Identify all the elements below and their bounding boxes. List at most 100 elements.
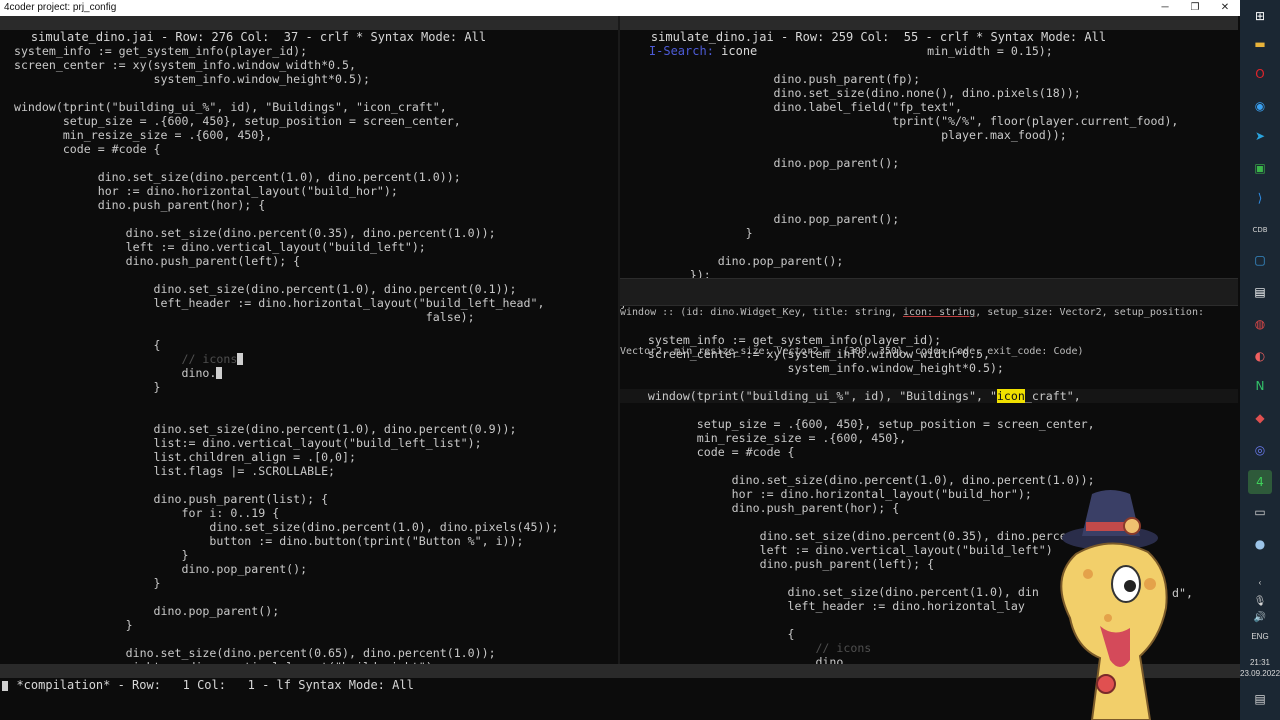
code-line[interactable]: { bbox=[0, 338, 618, 352]
cdb-icon[interactable]: CDB bbox=[1248, 218, 1272, 242]
windows-start-icon[interactable]: ⊞ bbox=[1248, 4, 1272, 28]
code-line[interactable]: player.max_food)); bbox=[620, 128, 1238, 142]
code-line[interactable]: list:= dino.vertical_layout("build_left_… bbox=[0, 436, 618, 450]
code-line[interactable]: dino.pop_parent(); bbox=[620, 254, 1238, 268]
discord-icon[interactable]: ◎ bbox=[1248, 438, 1272, 462]
notepad-icon[interactable]: N bbox=[1248, 374, 1272, 398]
code-line[interactable]: false); bbox=[0, 310, 618, 324]
clock-time[interactable]: 21:31 bbox=[1240, 658, 1280, 667]
code-line[interactable]: tprint("%/%", floor(player.current_food)… bbox=[620, 114, 1238, 128]
code-line[interactable] bbox=[0, 30, 618, 44]
code-line[interactable] bbox=[0, 86, 618, 100]
code-line[interactable]: dino.set_size(dino.percent(1.0), dino.pe… bbox=[0, 170, 618, 184]
volume-icon[interactable]: 🔊 bbox=[1240, 612, 1280, 623]
code-line[interactable]: } bbox=[0, 380, 618, 394]
code-line[interactable] bbox=[620, 240, 1238, 254]
code-line[interactable]: dino.set_size(dino.percent(1.0), dino.pi… bbox=[0, 520, 618, 534]
code-line[interactable]: system_info.window_height*0.5); bbox=[0, 72, 618, 86]
window-icon[interactable]: ▢ bbox=[1248, 248, 1272, 272]
code-line[interactable]: left := dino.vertical_layout("build_left… bbox=[0, 240, 618, 254]
code-line[interactable] bbox=[620, 170, 1238, 184]
microphone-icon[interactable]: 🎙 bbox=[1240, 596, 1280, 607]
code-line[interactable] bbox=[0, 156, 618, 170]
code-line[interactable] bbox=[0, 478, 618, 492]
code-line[interactable]: dino.label_field("fp_text", bbox=[620, 100, 1238, 114]
code-line[interactable]: } bbox=[0, 618, 618, 632]
code-line[interactable]: dino.set_size(dino.percent(1.0), dino.pe… bbox=[0, 282, 618, 296]
code-line[interactable] bbox=[620, 459, 1238, 473]
code-line[interactable] bbox=[620, 184, 1238, 198]
code-line[interactable]: dino.pop_parent(); bbox=[620, 156, 1238, 170]
code-line[interactable]: dino.push_parent(hor); { bbox=[0, 198, 618, 212]
code-line[interactable] bbox=[620, 58, 1238, 72]
code-line[interactable]: dino.pop_parent(); bbox=[0, 604, 618, 618]
code-line[interactable]: list.flags |= .SCROLLABLE; bbox=[0, 464, 618, 478]
code-line[interactable] bbox=[620, 198, 1238, 212]
code-line[interactable]: for i: 0..19 { bbox=[0, 506, 618, 520]
code-line[interactable] bbox=[620, 375, 1238, 389]
code-line[interactable] bbox=[0, 394, 618, 408]
code-line[interactable]: // icons bbox=[0, 352, 618, 366]
left-code-view[interactable]: system_info := get_system_info(player_id… bbox=[0, 30, 618, 664]
code-line[interactable]: min_resize_size = .{600, 450}, bbox=[620, 431, 1238, 445]
right-code-view-top[interactable]: min_width = 0.15); dino.push_parent(fp);… bbox=[620, 30, 1238, 310]
code-line[interactable]: window(tprint("building_ui_%", id), "Bui… bbox=[0, 100, 618, 114]
code-line[interactable] bbox=[620, 403, 1238, 417]
code-line[interactable]: setup_size = .{600, 450}, setup_position… bbox=[620, 417, 1238, 431]
code-line[interactable] bbox=[620, 319, 1238, 333]
obs-icon[interactable]: ◍ bbox=[1248, 312, 1272, 336]
chevron-up-icon[interactable]: ‹ bbox=[1240, 578, 1280, 587]
code-line[interactable]: dino.pop_parent(); bbox=[620, 212, 1238, 226]
code-line[interactable]: min_resize_size = .{600, 450}, bbox=[0, 128, 618, 142]
code-line[interactable]: screen_center := xy(system_info.window_w… bbox=[620, 347, 1238, 361]
code-line[interactable]: } bbox=[0, 576, 618, 590]
code-line[interactable]: code = #code { bbox=[620, 445, 1238, 459]
code-line[interactable] bbox=[620, 142, 1238, 156]
code-line[interactable]: dino.push_parent(fp); bbox=[620, 72, 1238, 86]
code-line[interactable]: system_info.window_height*0.5); bbox=[620, 361, 1238, 375]
vscode-icon[interactable]: ⟩ bbox=[1248, 186, 1272, 210]
code-line[interactable] bbox=[620, 305, 1238, 319]
code-line[interactable] bbox=[0, 408, 618, 422]
code-line[interactable]: dino.set_size(dino.none(), dino.pixels(1… bbox=[620, 86, 1238, 100]
file-explorer-icon[interactable]: ▬ bbox=[1248, 32, 1272, 56]
code-line[interactable]: dino.push_parent(left); { bbox=[0, 254, 618, 268]
code-line[interactable] bbox=[0, 632, 618, 646]
code-line[interactable]: left_header := dino.horizontal_layout("b… bbox=[0, 296, 618, 310]
twitch-icon[interactable]: ▤ bbox=[1248, 280, 1272, 304]
code-line[interactable]: system_info := get_system_info(player_id… bbox=[0, 44, 618, 58]
paint-icon[interactable]: ◐ bbox=[1248, 344, 1272, 368]
code-line[interactable]: dino.set_size(dino.percent(1.0), dino.pe… bbox=[620, 473, 1238, 487]
terminal-icon[interactable]: ▣ bbox=[1248, 156, 1272, 180]
code-line[interactable]: setup_size = .{600, 450}, setup_position… bbox=[0, 114, 618, 128]
minimize-button[interactable]: ─ bbox=[1150, 0, 1180, 16]
code-line[interactable]: dino.set_size(dino.percent(1.0), dino.pe… bbox=[0, 422, 618, 436]
steam-icon[interactable]: ● bbox=[1248, 532, 1272, 556]
code-line[interactable]: screen_center := xy(system_info.window_w… bbox=[0, 58, 618, 72]
code-line[interactable]: list.children_align = .[0,0]; bbox=[0, 450, 618, 464]
restore-button[interactable]: ❐ bbox=[1180, 0, 1210, 16]
code-line[interactable]: dino.set_size(dino.percent(0.65), dino.p… bbox=[0, 646, 618, 660]
console-icon[interactable]: ▭ bbox=[1248, 500, 1272, 524]
code-line[interactable] bbox=[0, 590, 618, 604]
code-line[interactable]: dino. bbox=[0, 366, 618, 380]
code-line[interactable] bbox=[0, 212, 618, 226]
code-line[interactable]: button := dino.button(tprint("Button %",… bbox=[0, 534, 618, 548]
code-line[interactable]: hor := dino.horizontal_layout("build_hor… bbox=[0, 184, 618, 198]
code-line[interactable]: min_width = 0.15); bbox=[620, 44, 1238, 58]
language-indicator[interactable]: ENG bbox=[1240, 632, 1280, 641]
code-line-search-match[interactable]: window(tprint("building_ui_%", id), "Bui… bbox=[620, 389, 1238, 403]
code-line[interactable] bbox=[0, 324, 618, 338]
code-line[interactable] bbox=[0, 268, 618, 282]
game-icon[interactable]: ◆ bbox=[1248, 406, 1272, 430]
4coder-icon[interactable]: 4 bbox=[1248, 470, 1272, 494]
clock-date[interactable]: 23.09.2022 bbox=[1240, 669, 1280, 678]
code-line[interactable]: dino.push_parent(list); { bbox=[0, 492, 618, 506]
opera-icon[interactable]: O bbox=[1248, 62, 1272, 86]
left-editor-pane[interactable]: simulate_dino.jai - Row: 276 Col: 37 - c… bbox=[0, 16, 618, 664]
code-line[interactable] bbox=[620, 30, 1238, 44]
browser-icon[interactable]: ◉ bbox=[1248, 94, 1272, 118]
code-line[interactable]: } bbox=[0, 548, 618, 562]
code-line[interactable]: dino.pop_parent(); bbox=[0, 562, 618, 576]
notifications-icon[interactable]: ▤ bbox=[1240, 692, 1280, 706]
